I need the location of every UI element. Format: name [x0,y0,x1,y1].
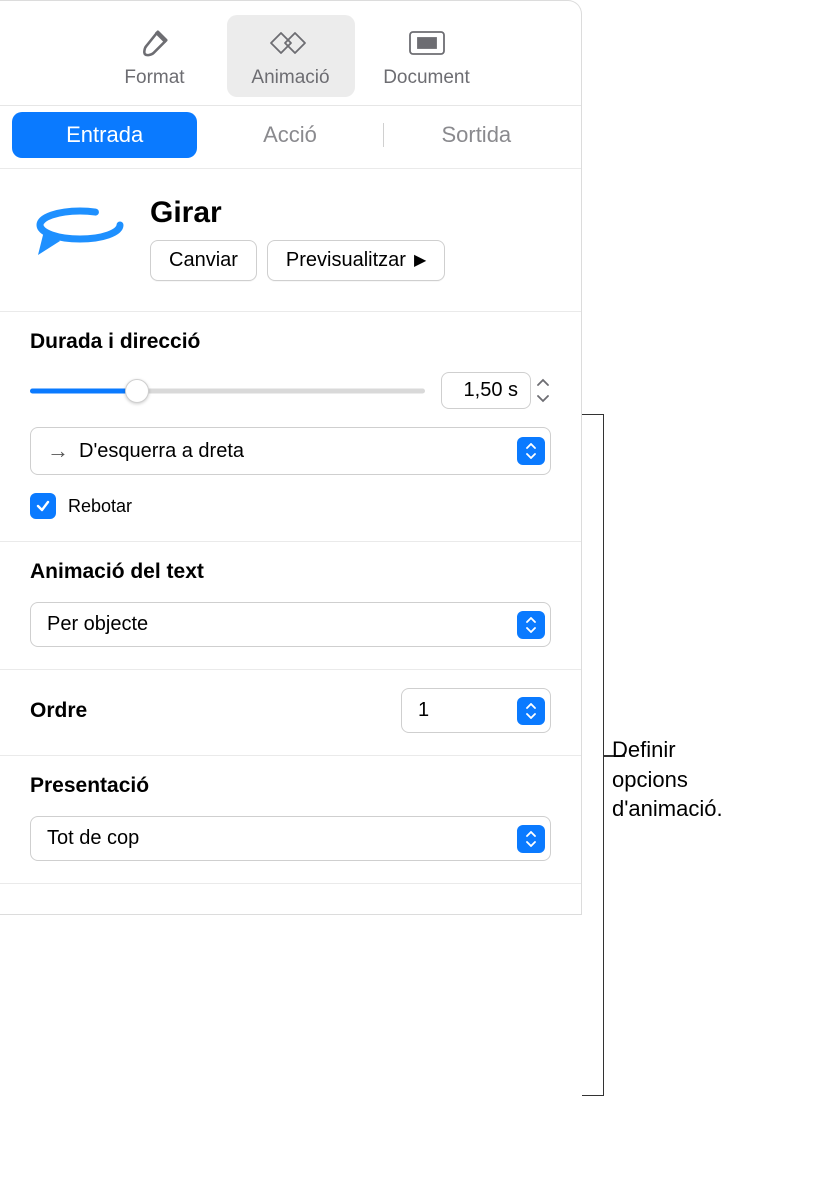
duration-value[interactable]: 1,50 s [441,372,531,409]
text-animation-title: Animació del text [30,560,551,584]
duration-slider[interactable] [30,379,425,403]
chevron-updown-icon [517,825,545,853]
tab-entrada[interactable]: Entrada [12,112,197,158]
format-tab[interactable]: Format [91,15,219,97]
delivery-section: Presentació Tot de cop [0,756,581,884]
animation-info: Girar Canviar Previsualitzar ▶ [150,196,445,281]
preview-label: Previsualitzar [286,249,406,272]
delivery-value: Tot de cop [47,827,139,850]
duration-stepper: 1,50 s [441,372,551,409]
animation-header: Girar Canviar Previsualitzar ▶ [0,169,581,312]
direction-select[interactable]: → D'esquerra a dreta [30,427,551,475]
document-tab[interactable]: Document [363,15,491,97]
change-button[interactable]: Canviar [150,240,257,281]
order-title: Ordre [30,699,87,723]
chevron-updown-icon [517,437,545,465]
tab-accio[interactable]: Acció [197,112,382,158]
callout: Definir opcions d'animació. [582,0,612,414]
bounce-row: Rebotar [30,493,551,519]
animation-name: Girar [150,196,445,230]
delivery-title: Presentació [30,774,551,798]
callout-text: Definir opcions d'animació. [612,735,723,824]
text-animation-select[interactable]: Per objecte [30,602,551,647]
chevron-updown-icon [517,697,545,725]
step-up-icon[interactable] [535,374,551,390]
document-label: Document [383,67,470,89]
animation-tab[interactable]: Animació [227,15,355,97]
duration-section: Durada i direcció 1,50 s [0,312,581,542]
preview-button[interactable]: Previsualitzar ▶ [267,240,445,281]
arrow-right-icon: → [47,438,69,464]
spin-icon [30,193,130,283]
step-down-icon[interactable] [535,391,551,407]
duration-title: Durada i direcció [30,330,551,354]
chevron-updown-icon [517,611,545,639]
order-section: Ordre 1 [0,670,581,756]
document-icon [408,23,446,63]
bounce-checkbox[interactable] [30,493,56,519]
brush-icon [138,23,172,63]
inspector-panel: Format Animació Document [0,0,582,915]
format-label: Format [124,67,184,89]
text-animation-value: Per objecte [47,613,148,636]
order-select[interactable]: 1 [401,688,551,733]
animation-label: Animació [251,67,329,89]
play-icon: ▶ [414,250,426,270]
direction-value: D'esquerra a dreta [79,440,244,463]
text-animation-section: Animació del text Per objecte [0,542,581,670]
bracket-icon [582,414,604,1096]
delivery-select[interactable]: Tot de cop [30,816,551,861]
toolbar: Format Animació Document [0,1,581,106]
tab-sortida[interactable]: Sortida [384,112,569,158]
diamonds-icon [269,23,313,63]
bounce-label: Rebotar [68,496,132,517]
effect-segment: Entrada Acció Sortida [0,106,581,169]
order-value: 1 [418,699,429,722]
